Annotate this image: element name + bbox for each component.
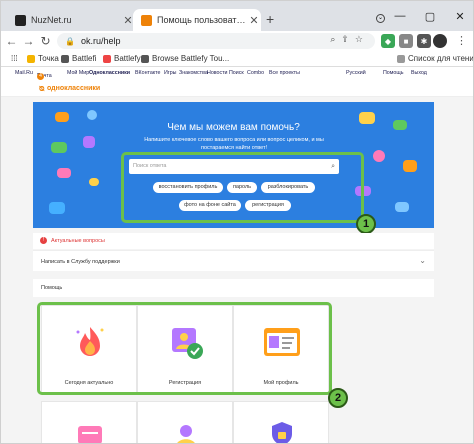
card-more-1[interactable] [41, 401, 137, 443]
alert-icon: ! [40, 237, 47, 244]
card-more-2[interactable] [137, 401, 233, 443]
bookmark-item[interactable]: Browse Battlefy Tou... [141, 54, 229, 63]
minimize-icon[interactable]: — [385, 1, 415, 31]
bookmarks-bar: ⁞⁞⁞ Точка Battlefi Battlefy Browse Battl… [1, 51, 474, 67]
tab-nuznet[interactable]: NuzNet.ru ✕ [7, 9, 135, 31]
extension-green-icon[interactable]: ◆ [381, 34, 395, 48]
bookmark-label: Battlefi [72, 54, 97, 63]
link-news[interactable]: Новости [207, 70, 228, 76]
ok-favicon-icon [141, 14, 152, 26]
ok-logo-icon[interactable]: ᴓ [39, 84, 45, 93]
bookmark-label: Battlefy [114, 54, 141, 63]
address-actions: ⌕⇪☆ [330, 34, 369, 45]
close-tab-icon[interactable]: ✕ [247, 14, 261, 27]
user-icon [177, 425, 195, 443]
chat-bubble-icon [395, 202, 409, 212]
chat-bubble-icon [403, 160, 417, 172]
battlefy-icon [103, 54, 111, 63]
bookmark-item[interactable]: Battlefi [61, 54, 96, 63]
battlefy-icon [61, 54, 69, 63]
folder-icon [27, 54, 35, 63]
link-combo[interactable]: Combo [247, 70, 264, 76]
chat-bubble-icon [89, 178, 99, 186]
forward-icon[interactable]: → [20, 34, 37, 48]
actual-questions-panel[interactable]: ! Актуальные вопросы [33, 233, 434, 249]
tab-title: Помощь пользователям ОК | Гл [157, 15, 247, 25]
help-section-title: Помощь [41, 285, 63, 291]
link-search[interactable]: Поиск [229, 70, 244, 76]
reading-list[interactable]: Список для чтения [397, 54, 474, 63]
browser-window: NuzNet.ru ✕ Помощь пользователям ОК | Гл… [0, 0, 474, 444]
tab-strip: NuzNet.ru ✕ Помощь пользователям ОК | Гл… [1, 1, 473, 31]
reading-list-icon [397, 54, 405, 63]
callout-badge: 1 [356, 214, 376, 234]
lock-icon: 🔒 [65, 36, 75, 46]
link-logout[interactable]: Выход [411, 70, 427, 76]
help-section-header: Помощь [33, 279, 434, 297]
window-controls: — ▢ ✕ [385, 1, 473, 31]
write-support-text: Написать в Службу поддержки [41, 259, 120, 265]
tab-search-icon[interactable]: ⌄ [376, 14, 385, 23]
write-support-panel[interactable]: Написать в Службу поддержки ⌄ [33, 250, 434, 271]
card-more-3[interactable] [233, 401, 329, 443]
link-all-projects[interactable]: Все проекты [269, 70, 300, 76]
link-help[interactable]: Помощь [383, 70, 403, 76]
chat-bubble-icon [51, 142, 67, 153]
shield-icon [272, 422, 292, 443]
chat-bubble-icon [49, 202, 65, 214]
link-mailru[interactable]: Mail.Ru [15, 70, 33, 76]
address-bar[interactable]: 🔒 ok.ru/help ⌕⇪☆ [57, 33, 375, 49]
search-icon[interactable]: ⌕ [330, 34, 341, 44]
link-ok[interactable]: Одноклассники [89, 70, 130, 76]
battlefy-icon [141, 54, 149, 63]
site-header: ᴓ одноклассники [1, 80, 473, 97]
chat-bubble-icon [83, 136, 95, 148]
brand-name[interactable]: одноклассники [47, 85, 100, 92]
mail-count-badge: 4 [37, 73, 44, 80]
extensions-puzzle-icon[interactable]: ✱ [417, 34, 431, 48]
ok-portal-links: Mail.Ru Почта 4 Мой Мир Одноклассники ВК… [1, 67, 473, 80]
chevron-down-icon[interactable]: ⌄ [419, 256, 426, 265]
hero-title: Чем мы можем вам помочь? [167, 122, 300, 133]
extension-gray-icon[interactable]: ■ [399, 34, 413, 48]
tab-ok-help[interactable]: Помощь пользователям ОК | Гл ✕ [133, 9, 261, 31]
bookmark-label: Список для чтения [408, 54, 474, 63]
chat-bubble-icon [87, 110, 97, 120]
reload-icon[interactable]: ↻ [37, 34, 54, 48]
extensions: ◆ ■ ✱ [381, 34, 431, 48]
profile-avatar[interactable] [433, 34, 447, 48]
bookmark-item[interactable]: Точка [27, 54, 59, 63]
maximize-icon[interactable]: ▢ [415, 1, 445, 31]
bookmark-label: Browse Battlefy Tou... [152, 54, 230, 63]
link-dating[interactable]: Знакомства [179, 70, 208, 76]
hero-subtitle: Напишите ключевое слово вашего вопроса и… [144, 137, 324, 151]
chat-bubble-icon [57, 168, 71, 178]
tab-title: NuzNet.ru [31, 15, 72, 25]
close-window-icon[interactable]: ✕ [445, 1, 473, 31]
menu-dots-icon[interactable]: ⋮ [456, 34, 467, 47]
message-icon [78, 426, 102, 443]
browser-toolbar: ← → ↻ 🔒 ok.ru/help ⌕⇪☆ ◆ ■ ✱ ⋮ [1, 31, 473, 51]
chat-bubble-icon [55, 112, 69, 122]
nuznet-favicon-icon [15, 14, 26, 26]
chat-bubble-icon [373, 150, 385, 162]
link-mymir[interactable]: Мой Мир [67, 70, 89, 76]
alert-text: Актуальные вопросы [51, 238, 105, 244]
callout-badge: 2 [328, 388, 348, 408]
language-select[interactable]: Русский [346, 70, 366, 76]
highlight-box-search [121, 152, 364, 223]
bookmark-label: Точка [38, 54, 59, 63]
share-icon[interactable]: ⇪ [341, 34, 355, 44]
apps-grid-icon[interactable]: ⁞⁞⁞ [11, 54, 18, 63]
link-vk[interactable]: ВКонтакте [135, 70, 161, 76]
highlight-box-cards [37, 302, 332, 395]
link-games[interactable]: Игры [164, 70, 177, 76]
back-icon[interactable]: ← [3, 34, 20, 48]
bookmark-star-icon[interactable]: ☆ [355, 34, 369, 44]
address-text: ok.ru/help [80, 36, 121, 46]
new-tab-icon[interactable]: + [266, 11, 274, 27]
bookmark-item[interactable]: Battlefy [103, 54, 141, 63]
